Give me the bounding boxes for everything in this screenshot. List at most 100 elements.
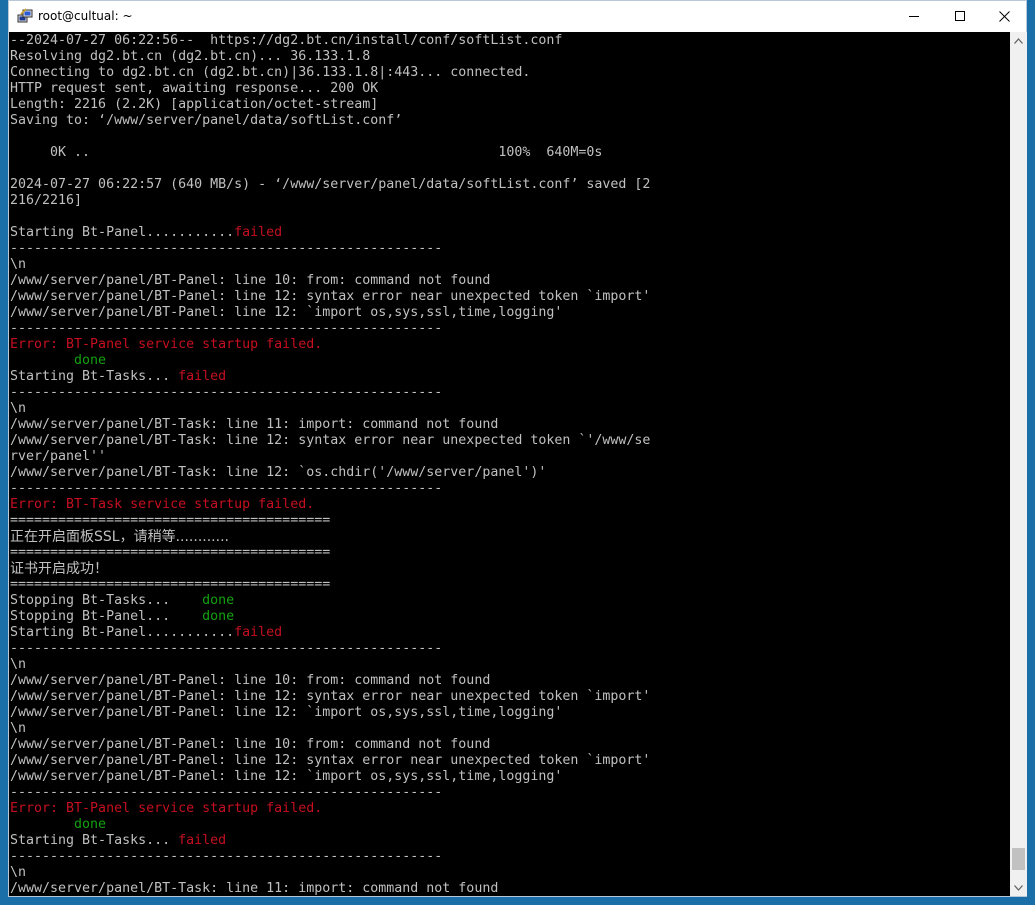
- terminal-line: /www/server/panel/BT-Panel: line 10: fro…: [10, 273, 650, 289]
- maximize-button[interactable]: [937, 1, 983, 31]
- terminal-text: Starting Bt-Tasks...: [10, 369, 179, 384]
- terminal-text: \n: [10, 721, 27, 736]
- terminal-text: /www/server/panel/BT-Panel: line 12: `im…: [10, 305, 563, 320]
- terminal-line: Saving to: ‘/www/server/panel/data/softL…: [10, 113, 650, 129]
- terminal-line: 216/2216]: [10, 193, 650, 209]
- terminal-line: /www/server/panel/BT-Panel: line 12: syn…: [10, 289, 650, 305]
- terminal-line: /www/server/panel/BT-Panel: line 12: `im…: [10, 705, 650, 721]
- terminal-line: Starting Bt-Panel...........failed: [10, 625, 650, 641]
- terminal-line: 2024-07-27 06:22:57 (640 MB/s) - ‘/www/s…: [10, 177, 650, 193]
- terminal-text: \n: [10, 401, 27, 416]
- terminal-output[interactable]: --2024-07-27 06:22:56-- https://dg2.bt.c…: [9, 32, 1010, 896]
- terminal-text: 正在开启面板SSL，请稍等............: [10, 529, 229, 545]
- terminal-text: HTTP request sent, awaiting response... …: [10, 81, 379, 96]
- terminal-line: Starting Bt-Tasks... failed: [10, 833, 650, 849]
- terminal-line: rver/panel'': [10, 449, 650, 465]
- terminal-line: ----------------------------------------…: [10, 481, 650, 497]
- terminal-line: ----------------------------------------…: [10, 641, 650, 657]
- terminal-line: /www/server/panel/BT-Task: line 12: `os.…: [10, 465, 650, 481]
- title-bar[interactable]: root@cultual: ~: [9, 1, 1026, 32]
- terminal-text: Resolving dg2.bt.cn (dg2.bt.cn)... 36.13…: [10, 49, 371, 64]
- terminal-text: \n: [10, 865, 27, 880]
- terminal-line: Stopping Bt-Tasks... done: [10, 593, 650, 609]
- maximize-icon: [955, 11, 965, 21]
- terminal-text: Error: BT-Panel service startup failed.: [10, 337, 323, 352]
- terminal-line: Stopping Bt-Panel... done: [10, 609, 650, 625]
- terminal-text: ----------------------------------------…: [10, 321, 443, 336]
- terminal-text: failed: [178, 833, 227, 848]
- terminal-line: \n: [10, 401, 650, 417]
- terminal-text: /www/server/panel/BT-Task: line 11: impo…: [10, 417, 499, 432]
- terminal-line: \n: [10, 721, 650, 737]
- putty-icon[interactable]: [17, 8, 33, 24]
- terminal-line: --2024-07-27 06:22:56-- https://dg2.bt.c…: [10, 33, 650, 49]
- terminal-line: Error: BT-Panel service startup failed.: [10, 337, 650, 353]
- terminal-line: Error: BT-Panel service startup failed.: [10, 801, 650, 817]
- terminal-line: 正在开启面板SSL，请稍等............: [10, 529, 650, 545]
- terminal-text: ----------------------------------------…: [10, 481, 443, 496]
- minimize-button[interactable]: [891, 1, 937, 31]
- terminal-text: /www/server/panel/BT-Panel: line 12: `im…: [10, 769, 563, 784]
- scroll-down-button[interactable]: [1010, 879, 1027, 896]
- terminal-line: Starting Bt-Tasks... failed: [10, 369, 650, 385]
- terminal-line: HTTP request sent, awaiting response... …: [10, 81, 650, 97]
- terminal-line: /www/server/panel/BT-Panel: line 10: fro…: [10, 737, 650, 753]
- terminal-line: Connecting to dg2.bt.cn (dg2.bt.cn)|36.1…: [10, 65, 650, 81]
- terminal-line: Starting Bt-Panel...........failed: [10, 225, 650, 241]
- terminal-line: /www/server/panel/BT-Panel: line 12: syn…: [10, 689, 650, 705]
- terminal-text: Starting Bt-Tasks...: [10, 833, 179, 848]
- terminal-text: /www/server/panel/BT-Task: line 11: impo…: [10, 881, 499, 896]
- terminal-text: Stopping Bt-Panel...: [10, 609, 203, 624]
- terminal-text: /www/server/panel/BT-Panel: line 12: syn…: [10, 289, 651, 304]
- terminal-line: Length: 2216 (2.2K) [application/octet-s…: [10, 97, 650, 113]
- terminal-text: ========================================: [10, 545, 331, 560]
- terminal-line: ----------------------------------------…: [10, 849, 650, 865]
- terminal-text: failed: [234, 625, 283, 640]
- terminal-text: ========================================: [10, 577, 331, 592]
- scrollbar-thumb[interactable]: [1012, 848, 1025, 870]
- terminal-line: /www/server/panel/BT-Task: line 11: impo…: [10, 881, 650, 896]
- minimize-icon: [909, 16, 919, 17]
- terminal-line: ----------------------------------------…: [10, 241, 650, 257]
- terminal-text: 0K .. 100% 640M=0s: [10, 145, 603, 160]
- terminal-text: \n: [10, 257, 27, 272]
- terminal-text: Saving to: ‘/www/server/panel/data/softL…: [10, 113, 403, 128]
- terminal-line: \n: [10, 865, 650, 881]
- terminal-text: 证书开启成功！: [10, 561, 108, 577]
- terminal-text: ========================================: [10, 513, 331, 528]
- terminal-line: \n: [10, 257, 650, 273]
- terminal-text: Stopping Bt-Tasks...: [10, 593, 203, 608]
- terminal-text: Length: 2216 (2.2K) [application/octet-s…: [10, 97, 379, 112]
- terminal-text: /www/server/panel/BT-Panel: line 10: fro…: [10, 673, 491, 688]
- terminal-text: /www/server/panel/BT-Task: line 12: synt…: [10, 433, 651, 448]
- terminal-text: Starting Bt-Panel...........: [10, 625, 235, 640]
- terminal-line: ========================================: [10, 577, 650, 593]
- chevron-up-icon: [1014, 37, 1023, 44]
- terminal-text: done: [10, 817, 107, 832]
- terminal-text: /www/server/panel/BT-Panel: line 10: fro…: [10, 737, 491, 752]
- terminal-line: ========================================: [10, 545, 650, 561]
- terminal-text: /www/server/panel/BT-Task: line 12: `os.…: [10, 465, 547, 480]
- terminal-line: 证书开启成功！: [10, 561, 650, 577]
- terminal-text: failed: [178, 369, 227, 384]
- vertical-scrollbar[interactable]: [1010, 32, 1027, 896]
- terminal-line: Error: BT-Task service startup failed.: [10, 497, 650, 513]
- close-button[interactable]: [981, 1, 1027, 31]
- terminal-line: done: [10, 353, 650, 369]
- terminal-line: ========================================: [10, 513, 650, 529]
- scroll-up-button[interactable]: [1010, 32, 1027, 49]
- terminal-line: 0K .. 100% 640M=0s: [10, 145, 650, 161]
- terminal-text: 2024-07-27 06:22:57 (640 MB/s) - ‘/www/s…: [10, 177, 651, 192]
- terminal-text: done: [10, 353, 107, 368]
- terminal-line: ----------------------------------------…: [10, 321, 650, 337]
- terminal-text: ----------------------------------------…: [10, 785, 443, 800]
- terminal-text: 216/2216]: [10, 193, 83, 208]
- terminal-text: rver/panel'': [10, 449, 107, 464]
- terminal-line: /www/server/panel/BT-Task: line 12: synt…: [10, 433, 650, 449]
- close-icon: [998, 10, 1010, 22]
- terminal-text: /www/server/panel/BT-Panel: line 12: syn…: [10, 689, 651, 704]
- terminal-text: /www/server/panel/BT-Panel: line 10: fro…: [10, 273, 491, 288]
